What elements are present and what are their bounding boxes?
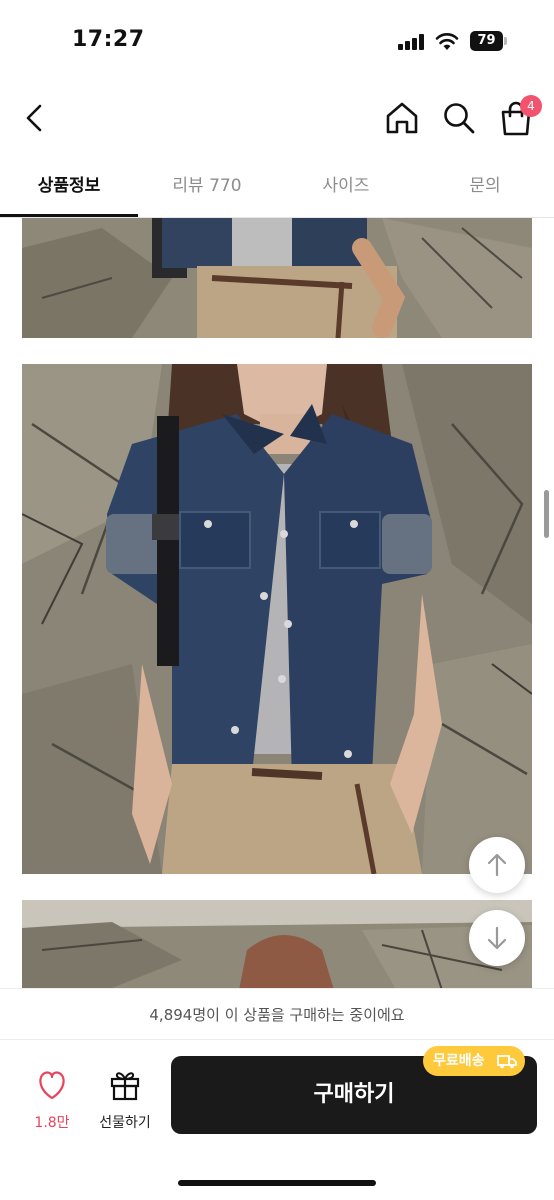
active-tab-indicator <box>0 214 138 217</box>
heart-icon <box>39 1071 65 1100</box>
gift-icon <box>110 1072 140 1101</box>
tab-reviews[interactable]: 리뷰 770 <box>138 160 276 218</box>
battery-icon: 79 <box>470 31 507 51</box>
status-time: 17:27 <box>72 27 145 52</box>
arrow-up-icon <box>487 853 507 877</box>
scroll-to-top-button[interactable] <box>469 837 525 893</box>
truck-icon <box>497 1055 517 1069</box>
like-button[interactable]: 1.8만 <box>24 1068 80 1138</box>
tab-product-info[interactable]: 상품정보 <box>0 160 138 218</box>
status-bar: 17:27 79 <box>0 0 554 80</box>
product-photo-main <box>22 364 532 874</box>
free-shipping-label: 무료배송 <box>433 1053 485 1069</box>
gift-button[interactable]: 선물하기 <box>92 1068 158 1138</box>
scrollbar-thumb[interactable] <box>544 490 549 538</box>
free-shipping-badge: 무료배송 <box>423 1046 525 1076</box>
search-icon[interactable] <box>440 99 478 137</box>
home-indicator <box>178 1180 376 1186</box>
wifi-icon <box>435 33 459 50</box>
product-photo-3 <box>22 900 532 988</box>
back-arrow-icon[interactable] <box>18 98 54 138</box>
product-photo-1 <box>22 218 532 338</box>
battery-level: 79 <box>470 31 503 51</box>
cellular-signal-icon <box>398 34 426 50</box>
tab-inquiry[interactable]: 문의 <box>416 160 554 218</box>
tab-size[interactable]: 사이즈 <box>276 160 416 218</box>
cart-count-badge: 4 <box>520 95 542 117</box>
scroll-to-bottom-button[interactable] <box>469 910 525 966</box>
top-nav-bar <box>0 88 554 148</box>
arrow-down-icon <box>487 926 507 950</box>
like-count: 1.8만 <box>34 1115 70 1131</box>
home-icon[interactable] <box>383 99 421 137</box>
gift-label: 선물하기 <box>99 1115 151 1131</box>
buyers-notice: 4,894명이 이 상품을 구매하는 중이에요 <box>0 988 554 1040</box>
tab-bar: 상품정보 리뷰 770 사이즈 문의 <box>0 160 554 218</box>
